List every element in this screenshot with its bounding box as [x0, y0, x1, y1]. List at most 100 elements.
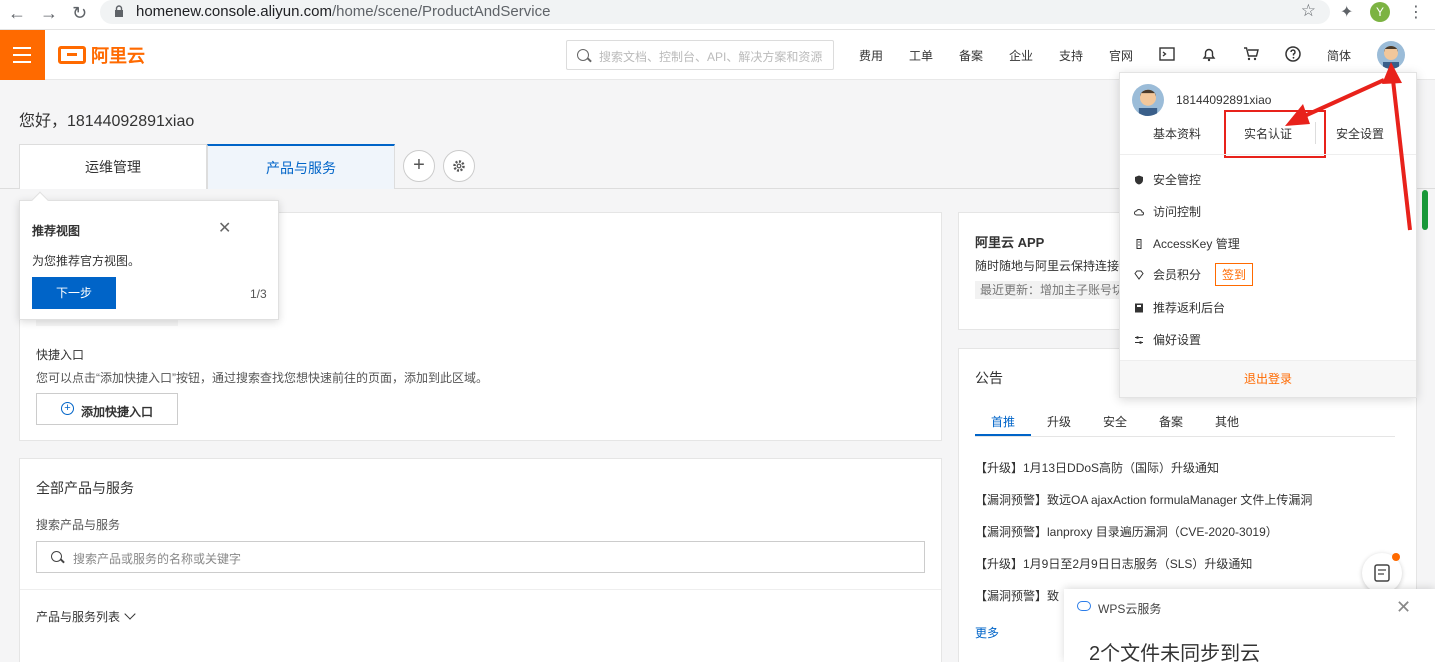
avatar-face-icon [1383, 46, 1399, 69]
product-search-input[interactable]: 搜索产品或服务的名称或关键字 [36, 541, 925, 573]
menu-item-preferences[interactable]: 偏好设置 [1134, 331, 1201, 348]
menu-icon[interactable] [0, 30, 45, 80]
browser-menu-icon[interactable]: ⋮ [1408, 2, 1424, 22]
logout-button[interactable]: 退出登录 [1120, 360, 1416, 397]
close-icon[interactable]: ✕ [218, 218, 231, 238]
wps-message: 2个文件未同步到云 [1089, 643, 1261, 662]
wps-title: WPS云服务 [1098, 602, 1162, 616]
notice-item[interactable]: 【漏洞预警】lanproxy 目录遍历漏洞（CVE-2020-3019） [975, 523, 1278, 540]
highlight-box [1224, 110, 1326, 158]
notice-item[interactable]: 【漏洞预警】致远OA ajaxAction formulaManager 文件上… [975, 491, 1312, 508]
page-greeting: 您好，18144092891xiao [19, 113, 195, 130]
nav-enterprise[interactable]: 企业 [1009, 47, 1033, 64]
guide-title: 推荐视图 [32, 224, 81, 238]
notice-tab-featured[interactable]: 首推 [991, 413, 1015, 430]
notification-dot [1392, 553, 1400, 561]
logo-mark-icon [58, 46, 86, 64]
forward-icon[interactable]: → [40, 3, 58, 24]
user-avatar[interactable] [1377, 41, 1405, 69]
bookmark-star-icon[interactable]: ☆ [1301, 1, 1316, 21]
guide-popover: 推荐视图 ✕ 为您推荐官方视图。 下一步 1/3 [19, 191, 279, 320]
nav-official-site[interactable]: 官网 [1109, 47, 1133, 64]
user-avatar [1132, 84, 1164, 116]
menu-item-security-control[interactable]: 安全管控 [1134, 171, 1201, 188]
url-text: homenew.console.aliyun.com/home/scene/Pr… [136, 3, 551, 20]
cloud-icon [1077, 601, 1091, 611]
aliyun-logo[interactable]: 阿里云 [58, 43, 145, 67]
menu-item-points[interactable]: 会员积分 签到 [1134, 263, 1254, 286]
guide-desc: 为您推荐官方视图。 [32, 254, 141, 268]
menu-item-accesskey[interactable]: AccessKey 管理 [1134, 235, 1240, 252]
cloud-icon [1134, 208, 1144, 215]
username: 18144092891xiao [1176, 93, 1272, 107]
notice-item[interactable]: 【升级】1月13日DDoS高防（国际）升级通知 [975, 459, 1219, 476]
notice-tab-filing[interactable]: 备案 [1159, 413, 1183, 430]
guide-pager: 1/3 [250, 287, 267, 301]
notice-tab-security[interactable]: 安全 [1103, 413, 1127, 430]
profile-avatar[interactable]: Y [1370, 2, 1390, 22]
nav-filing[interactable]: 备案 [959, 47, 983, 64]
notice-item[interactable]: 【升级】1月9日至2月9日日志服务（SLS）升级通知 [975, 555, 1252, 572]
key-icon [1136, 238, 1142, 249]
wps-notification: WPS云服务 ✕ 2个文件未同步到云 [1064, 589, 1435, 662]
security-settings-link[interactable]: 安全设置 [1336, 125, 1384, 142]
close-icon[interactable]: ✕ [1396, 597, 1411, 618]
plus-circle-icon: + [61, 402, 74, 415]
notice-tab-upgrade[interactable]: 升级 [1047, 413, 1071, 430]
divider [20, 589, 941, 590]
app-update: 最近更新：增加主子账号切换 [975, 281, 1119, 299]
shield-icon [1135, 175, 1143, 184]
add-view-button[interactable]: + [403, 150, 435, 182]
search-icon [51, 551, 62, 562]
cart-icon[interactable] [1242, 45, 1260, 63]
bell-icon[interactable] [1200, 45, 1218, 63]
notice-title: 公告 [975, 370, 1003, 386]
feedback-button[interactable] [1362, 553, 1402, 593]
gear-icon [453, 160, 465, 172]
back-icon[interactable]: ← [8, 3, 26, 24]
scrollbar-thumb[interactable] [1422, 190, 1428, 230]
notice-tabs-underline [975, 436, 1395, 437]
menu-item-access-control[interactable]: 访问控制 [1134, 203, 1201, 220]
book-icon [1135, 303, 1143, 312]
nav-support[interactable]: 支持 [1059, 47, 1083, 64]
notice-tab-other[interactable]: 其他 [1215, 413, 1239, 430]
sliders-icon [1135, 335, 1143, 344]
menu-item-referral[interactable]: 推荐返利后台 [1134, 299, 1225, 316]
help-icon[interactable] [1284, 45, 1302, 63]
all-products-title: 全部产品与服务 [36, 480, 134, 496]
lock-icon [115, 5, 123, 17]
terminal-icon[interactable] [1158, 45, 1176, 63]
product-list-toggle[interactable]: 产品与服务列表 [36, 608, 136, 625]
add-quick-entry-button[interactable]: + 添加快捷入口 [36, 393, 178, 425]
quick-access-desc: 您可以点击“添加快捷入口”按钮，通过搜索查找您想快速前往的页面，添加到此区域。 [36, 371, 488, 385]
basic-info-link[interactable]: 基本资料 [1153, 125, 1201, 142]
popover-arrow [31, 191, 49, 209]
reload-icon[interactable]: ↻ [72, 3, 87, 24]
address-bar[interactable]: homenew.console.aliyun.com/home/scene/Pr… [100, 0, 1330, 24]
notice-item[interactable]: 【漏洞预警】致 [975, 587, 1059, 604]
user-dropdown-menu: 18144092891xiao 基本资料 实名认证 安全设置 安全管控 访问控制… [1119, 72, 1417, 398]
quick-access-title: 快捷入口 [36, 348, 85, 362]
chevron-down-icon [124, 608, 136, 620]
app-desc: 随时随地与阿里云保持连接 [975, 259, 1119, 273]
search-products-label: 搜索产品与服务 [36, 518, 121, 532]
view-settings-button[interactable] [443, 150, 475, 182]
signin-badge[interactable]: 签到 [1215, 263, 1254, 286]
language-switch[interactable]: 简体 [1327, 47, 1351, 64]
tab-products-services[interactable]: 产品与服务 [207, 144, 395, 189]
avatar-face-icon [1138, 89, 1158, 116]
extensions-icon[interactable]: ✦ [1340, 2, 1353, 22]
tab-ops[interactable]: 运维管理 [19, 144, 207, 189]
app-title: 阿里云 APP [975, 235, 1045, 250]
browser-toolbar: ← → ↻ homenew.console.aliyun.com/home/sc… [0, 0, 1435, 30]
divider [1120, 154, 1416, 155]
nav-fees[interactable]: 费用 [859, 47, 883, 64]
search-icon [577, 49, 589, 61]
nav-tickets[interactable]: 工单 [909, 47, 933, 64]
diamond-icon [1134, 270, 1144, 280]
global-search-input[interactable]: 搜索文档、控制台、API、解决方案和资源 [566, 40, 834, 70]
active-tab-indicator [975, 434, 1031, 436]
next-step-button[interactable]: 下一步 [32, 277, 116, 309]
more-link[interactable]: 更多 [975, 624, 999, 641]
